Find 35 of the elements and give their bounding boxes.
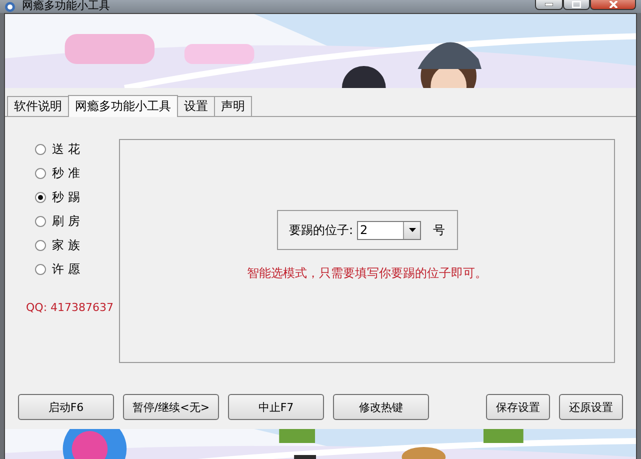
radio-label[interactable]: 秒 踢 xyxy=(52,188,80,206)
radio-label[interactable]: 许 愿 xyxy=(52,260,80,278)
app-icon xyxy=(4,1,16,12)
window-title: 网瘾多功能小工具 xyxy=(22,0,110,12)
seat-dropdown[interactable]: 2 xyxy=(357,220,422,240)
radio-button[interactable] xyxy=(35,168,46,178)
minimize-button[interactable] xyxy=(535,0,563,10)
radio-button[interactable] xyxy=(35,216,46,226)
toolbar-button[interactable]: 修改热键 xyxy=(333,394,429,420)
radio-label[interactable]: 送 花 xyxy=(52,140,80,158)
radio-label[interactable]: 秒 准 xyxy=(52,164,80,182)
dropdown-arrow-icon xyxy=(408,228,416,232)
unit-label: 号 xyxy=(433,222,446,238)
toolbar-button[interactable]: 启动F6 xyxy=(18,394,114,420)
radio-button[interactable] xyxy=(35,192,46,202)
maximize-icon xyxy=(572,1,581,8)
radio-button[interactable] xyxy=(35,144,46,154)
radio-label[interactable]: 刷 房 xyxy=(52,212,80,230)
close-icon xyxy=(608,1,618,8)
close-button[interactable] xyxy=(590,0,636,10)
radio-label[interactable]: 家 族 xyxy=(52,236,80,254)
toolbar-button[interactable]: 保存设置 xyxy=(486,394,550,420)
qq-contact: QQ: 417387637 xyxy=(25,301,115,314)
seat-label: 要踢的位子: xyxy=(288,222,354,238)
tab[interactable]: 声明 xyxy=(214,96,252,116)
toolbar-button[interactable]: 中止F7 xyxy=(228,394,324,420)
hint-text: 智能选模式，只需要填写你要踢的位子即可。 xyxy=(247,265,487,282)
maximize-button[interactable] xyxy=(563,0,590,10)
toolbar-button[interactable]: 还原设置 xyxy=(559,394,623,420)
tab[interactable]: 网瘾多功能小工具 xyxy=(68,95,178,117)
tab[interactable]: 软件说明 xyxy=(7,96,69,116)
minimize-icon xyxy=(545,3,553,6)
radio-button[interactable] xyxy=(35,240,46,250)
radio-button[interactable] xyxy=(35,264,46,274)
toolbar-button[interactable]: 暂停/继续<无> xyxy=(123,394,219,420)
